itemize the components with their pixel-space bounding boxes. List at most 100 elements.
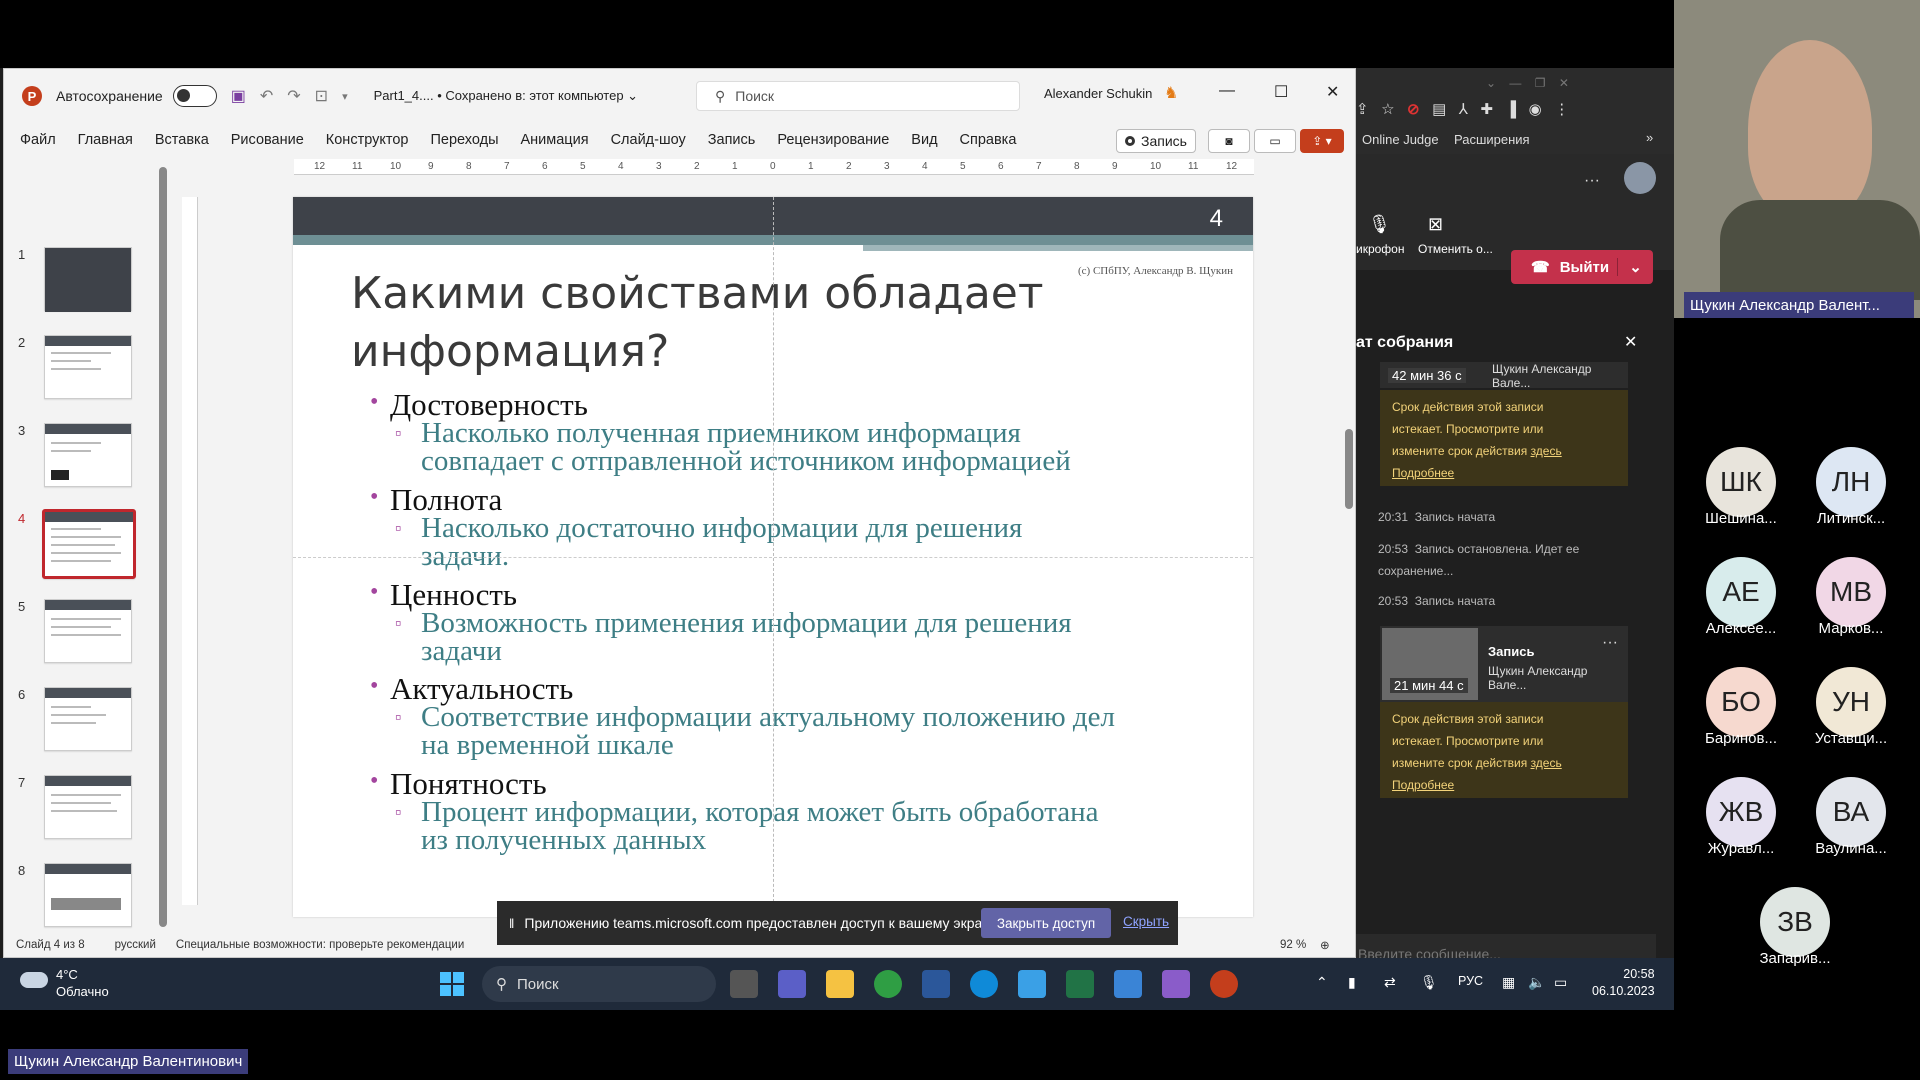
browser-extension-icons[interactable]: ⇪ ☆ ⊘ ▤ ⅄ ✚ ▐ ◉ ⋮ — [1356, 100, 1569, 118]
maximize-icon[interactable]: ☐ — [1274, 82, 1288, 102]
thumbnails-scrollbar[interactable] — [158, 157, 167, 927]
slide-canvas[interactable]: 4 (с) СПбПУ, Александр В. Щукин Какими с… — [293, 197, 1253, 917]
tab-draw[interactable]: Рисование — [231, 132, 304, 148]
start-icon[interactable] — [440, 972, 464, 996]
tray-app-icon[interactable]: ▮ — [1348, 974, 1356, 991]
notepad-icon[interactable] — [1114, 970, 1142, 998]
battery-icon[interactable]: ▭ — [1554, 974, 1567, 991]
fit-slide-icon[interactable]: ⊕ — [1320, 938, 1330, 952]
slide-title[interactable]: Какими свойствами обладает информация? — [351, 265, 1071, 381]
warning-more-link[interactable]: Подробнее — [1392, 778, 1454, 792]
slide-thumbnail-3[interactable] — [44, 423, 132, 487]
slide-thumbnail-1[interactable] — [44, 247, 132, 312]
avatar[interactable]: ЗВ — [1760, 887, 1830, 957]
input-language[interactable]: РУС — [1458, 974, 1483, 988]
slide-thumbnail-4[interactable] — [42, 509, 136, 579]
save-icon[interactable]: ▣ — [231, 86, 246, 106]
bookmark-extensions[interactable]: Расширения — [1454, 132, 1530, 147]
word-icon[interactable] — [922, 970, 950, 998]
tab-slideshow[interactable]: Слайд-шоу — [611, 132, 686, 148]
recording-card-1[interactable]: 42 мин 36 с Щукин Александр Вале... — [1380, 362, 1628, 390]
zoom-level[interactable]: 92 % — [1280, 939, 1306, 951]
more-options-icon[interactable]: ··· — [1584, 172, 1600, 190]
camera-icon[interactable]: ◙ — [1208, 129, 1250, 153]
record-button[interactable]: Запись — [1116, 129, 1196, 153]
avatar[interactable]: ЛН — [1816, 447, 1886, 517]
autosave-toggle[interactable] — [172, 85, 217, 107]
tab-animations[interactable]: Анимация — [521, 132, 589, 148]
avatar[interactable]: АЕ — [1706, 557, 1776, 627]
avatar[interactable]: МВ — [1816, 557, 1886, 627]
close-icon[interactable]: ✕ — [1326, 82, 1339, 102]
slide-thumbnail-8[interactable] — [44, 863, 132, 927]
task-view-icon[interactable] — [730, 970, 758, 998]
network-icon[interactable]: ▦ — [1502, 974, 1515, 991]
edge-icon[interactable] — [970, 970, 998, 998]
search-input[interactable]: ⚲ Поиск — [696, 81, 1020, 111]
warning-here-link[interactable]: здесь — [1531, 444, 1562, 458]
mail-icon[interactable] — [1018, 970, 1046, 998]
leave-options-chevron-icon[interactable]: ⌄ — [1617, 258, 1653, 276]
visual-studio-icon[interactable] — [1162, 970, 1190, 998]
tray-settings-icon[interactable]: ⇄ — [1384, 974, 1396, 991]
tab-help[interactable]: Справка — [960, 132, 1017, 148]
warning-here-link[interactable]: здесь — [1531, 756, 1562, 770]
tab-review[interactable]: Рецензирование — [777, 132, 889, 148]
editor-scrollbar[interactable] — [1342, 159, 1356, 919]
taskbar-search[interactable]: ⚲ Поиск — [482, 966, 716, 1002]
account-avatar-icon[interactable]: ♞ — [1164, 83, 1184, 105]
microphone-icon[interactable]: 🎙 — [1420, 974, 1438, 991]
redo-icon[interactable]: ↷ — [287, 86, 300, 106]
minimize-icon[interactable]: — — [1219, 82, 1235, 100]
recording-more-icon[interactable]: ··· — [1602, 634, 1618, 652]
avatar[interactable]: УН — [1816, 667, 1886, 737]
tab-file[interactable]: Файл — [20, 132, 56, 148]
taskbar-clock[interactable]: 20:58 06.10.2023 — [1592, 966, 1655, 1000]
bookmark-online-judge[interactable]: Online Judge — [1362, 132, 1439, 147]
powerpoint-icon[interactable] — [1210, 970, 1238, 998]
slide-thumbnail-5[interactable] — [44, 599, 132, 663]
document-title[interactable]: Part1_4.... • Сохранено в: этот компьюте… — [374, 88, 638, 104]
accessibility-status[interactable]: Специальные возможности: проверьте реком… — [176, 939, 464, 951]
bookmarks-more-icon[interactable]: » — [1646, 130, 1653, 145]
close-chat-icon[interactable]: ✕ — [1624, 332, 1637, 352]
tab-view[interactable]: Вид — [911, 132, 937, 148]
tab-design[interactable]: Конструктор — [326, 132, 409, 148]
tab-transitions[interactable]: Переходы — [430, 132, 498, 148]
avatar[interactable]: ВА — [1816, 777, 1886, 847]
slide-thumbnail-6[interactable] — [44, 687, 132, 751]
weather-widget[interactable]: 4°C Облачно — [20, 966, 109, 1000]
stop-sharing-button[interactable]: Закрыть доступ — [981, 908, 1111, 938]
tray-chevron-icon[interactable]: ⌃ — [1316, 974, 1328, 991]
file-explorer-icon[interactable] — [826, 970, 854, 998]
undo-icon[interactable]: ↶ — [260, 86, 273, 106]
customize-qat-icon[interactable]: ▾ — [342, 90, 348, 103]
cancel-icon[interactable]: ⊠ — [1428, 214, 1443, 235]
excel-icon[interactable] — [1066, 970, 1094, 998]
slide-thumbnail-7[interactable] — [44, 775, 132, 839]
avatar[interactable]: ЖВ — [1706, 777, 1776, 847]
tab-insert[interactable]: Вставка — [155, 132, 209, 148]
language-indicator[interactable]: русский — [115, 939, 156, 951]
present-icon[interactable]: ⊡ — [315, 86, 328, 106]
vertical-ruler — [182, 197, 198, 905]
window-controls-icon[interactable]: ⌄ — ❐ ✕ — [1486, 76, 1569, 90]
hide-banner-link[interactable]: Скрыть — [1123, 914, 1169, 929]
presenter-video[interactable]: Щукин Александр Валент... — [1674, 0, 1920, 318]
avatar[interactable]: ШК — [1706, 447, 1776, 517]
tab-record[interactable]: Запись — [708, 132, 756, 148]
share-button[interactable]: ⇪ ▾ — [1300, 129, 1344, 153]
leave-button[interactable]: ☎ Выйти ⌄ — [1511, 250, 1653, 284]
comments-icon[interactable]: ▭ — [1254, 129, 1296, 153]
tab-home[interactable]: Главная — [78, 132, 133, 148]
account-name[interactable]: Alexander Schukin — [1044, 86, 1152, 101]
recording-card-2[interactable]: 21 мин 44 с Запись Щукин Александр Вале.… — [1380, 626, 1628, 702]
teams-icon[interactable] — [778, 970, 806, 998]
slide-thumbnail-2[interactable] — [44, 335, 132, 399]
avatar[interactable] — [1624, 162, 1656, 194]
warning-more-link[interactable]: Подробнее — [1392, 466, 1454, 480]
microphone-icon[interactable]: 🎙 — [1368, 214, 1391, 235]
avatar[interactable]: БО — [1706, 667, 1776, 737]
volume-icon[interactable]: 🔈 — [1528, 974, 1545, 991]
chrome-icon[interactable] — [874, 970, 902, 998]
